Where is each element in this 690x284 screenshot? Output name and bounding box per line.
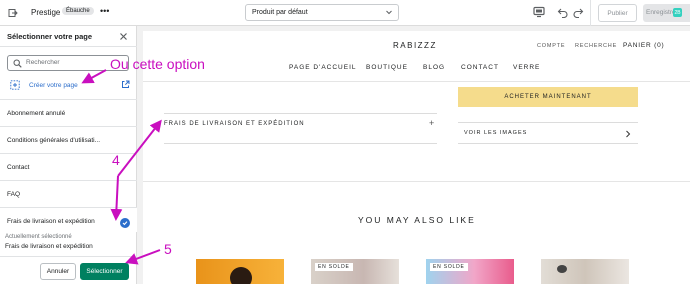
arrow-to-selected-item xyxy=(110,175,123,221)
arrow-to-shipping-accordion xyxy=(117,119,162,177)
annotation-arrows xyxy=(81,69,162,265)
arrow-to-create-page xyxy=(81,69,107,84)
arrow-to-select-button xyxy=(125,249,161,265)
